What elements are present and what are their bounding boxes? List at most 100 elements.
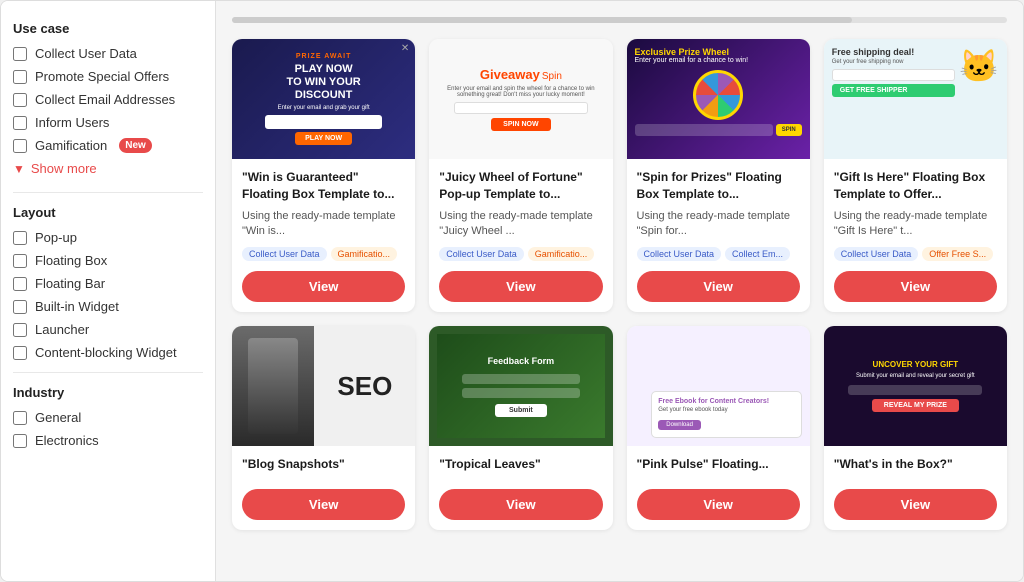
checkbox-collect-user-data[interactable] <box>13 47 27 61</box>
filter-gamification[interactable]: Gamification New <box>13 138 203 153</box>
tag-3-1: Collect User Data <box>637 247 722 261</box>
checkbox-general[interactable] <box>13 411 27 425</box>
tag-2-2: Gamificatio... <box>528 247 595 261</box>
view-button-1[interactable]: View <box>242 271 405 302</box>
card-body-5: "Blog Snapshots" View <box>232 446 415 530</box>
filter-label-collect-user-data: Collect User Data <box>35 46 137 61</box>
blog-photo <box>232 326 314 446</box>
filter-content-blocking[interactable]: Content-blocking Widget <box>13 345 203 360</box>
chevron-down-icon: ▼ <box>13 162 25 176</box>
filter-label-collect-email: Collect Email Addresses <box>35 92 175 107</box>
filter-label-general: General <box>35 410 81 425</box>
filter-built-in-widget[interactable]: Built-in Widget <box>13 299 203 314</box>
card-body-7: "Pink Pulse" Floating... View <box>627 446 810 530</box>
card-preview-box: UNCOVER YOUR GIFT Submit your email and … <box>824 326 1007 446</box>
filter-label-built-in-widget: Built-in Widget <box>35 299 119 314</box>
tag-1-2: Gamificatio... <box>331 247 398 261</box>
card-tags-3: Collect User Data Collect Em... <box>637 247 800 261</box>
card-preview-blog: SEO <box>232 326 415 446</box>
card-title-8: "What's in the Box?" <box>834 456 997 473</box>
card-body-4: "Gift Is Here" Floating Box Template to … <box>824 159 1007 312</box>
show-more-label: Show more <box>31 161 97 176</box>
tag-4-2: Offer Free S... <box>922 247 993 261</box>
card-title-2: "Juicy Wheel of Fortune" Pop-up Template… <box>439 169 602 203</box>
main-content: ✕ PRIZE AWAIT PLAY NOWTO WIN YOURDISCOUN… <box>216 1 1023 581</box>
card-preview-win: ✕ PRIZE AWAIT PLAY NOWTO WIN YOURDISCOUN… <box>232 39 415 159</box>
view-button-5[interactable]: View <box>242 489 405 520</box>
filter-launcher[interactable]: Launcher <box>13 322 203 337</box>
card-body-8: "What's in the Box?" View <box>824 446 1007 530</box>
checkbox-electronics[interactable] <box>13 434 27 448</box>
checkbox-built-in-widget[interactable] <box>13 300 27 314</box>
card-tropical-leaves: Feedback Form Submit "Tropical Leaves" V… <box>429 326 612 530</box>
scrollbar[interactable] <box>232 17 1007 23</box>
card-title-5: "Blog Snapshots" <box>242 456 405 473</box>
view-button-4[interactable]: View <box>834 271 997 302</box>
filter-label-electronics: Electronics <box>35 433 99 448</box>
use-case-section-title: Use case <box>13 21 203 36</box>
card-desc-2: Using the ready-made template "Juicy Whe… <box>439 209 602 240</box>
filter-floating-bar[interactable]: Floating Bar <box>13 276 203 291</box>
checkbox-content-blocking[interactable] <box>13 346 27 360</box>
tag-2-1: Collect User Data <box>439 247 524 261</box>
tag-4-1: Collect User Data <box>834 247 919 261</box>
card-desc-1: Using the ready-made template "Win is... <box>242 209 405 240</box>
card-title-6: "Tropical Leaves" <box>439 456 602 473</box>
card-spin-prizes: Exclusive Prize Wheel Enter your email f… <box>627 39 810 312</box>
filter-label-popup: Pop-up <box>35 230 77 245</box>
checkbox-gamification[interactable] <box>13 139 27 153</box>
filter-floating-box[interactable]: Floating Box <box>13 253 203 268</box>
industry-section-title: Industry <box>13 385 203 400</box>
filter-label-inform-users: Inform Users <box>35 115 109 130</box>
card-body-1: "Win is Guaranteed" Floating Box Templat… <box>232 159 415 312</box>
card-desc-4: Using the ready-made template "Gift Is H… <box>834 209 997 240</box>
blog-seo-section: SEO <box>314 326 415 446</box>
checkbox-popup[interactable] <box>13 231 27 245</box>
card-preview-pink: Free Ebook for Content Creators! Get you… <box>627 326 810 446</box>
checkbox-inform-users[interactable] <box>13 116 27 130</box>
card-body-6: "Tropical Leaves" View <box>429 446 612 530</box>
card-win-guaranteed: ✕ PRIZE AWAIT PLAY NOWTO WIN YOURDISCOUN… <box>232 39 415 312</box>
tag-1-1: Collect User Data <box>242 247 327 261</box>
card-juicy-wheel: Giveaway Spin Enter your email and spin … <box>429 39 612 312</box>
card-tags-2: Collect User Data Gamificatio... <box>439 247 602 261</box>
card-desc-3: Using the ready-made template "Spin for.… <box>637 209 800 240</box>
filter-inform-users[interactable]: Inform Users <box>13 115 203 130</box>
card-grid: ✕ PRIZE AWAIT PLAY NOWTO WIN YOURDISCOUN… <box>232 39 1007 530</box>
card-preview-prize: Exclusive Prize Wheel Enter your email f… <box>627 39 810 159</box>
card-body-3: "Spin for Prizes" Floating Box Template … <box>627 159 810 312</box>
checkbox-launcher[interactable] <box>13 323 27 337</box>
filter-general[interactable]: General <box>13 410 203 425</box>
view-button-6[interactable]: View <box>439 489 602 520</box>
filter-label-promote-special-offers: Promote Special Offers <box>35 69 169 84</box>
filter-electronics[interactable]: Electronics <box>13 433 203 448</box>
view-button-8[interactable]: View <box>834 489 997 520</box>
divider-1 <box>13 192 203 193</box>
card-title-4: "Gift Is Here" Floating Box Template to … <box>834 169 997 203</box>
card-gift-here: Free shipping deal! Get your free shippi… <box>824 39 1007 312</box>
checkbox-promote-special-offers[interactable] <box>13 70 27 84</box>
card-tags-4: Collect User Data Offer Free S... <box>834 247 997 261</box>
card-pink-pulse: Free Ebook for Content Creators! Get you… <box>627 326 810 530</box>
view-button-3[interactable]: View <box>637 271 800 302</box>
view-button-2[interactable]: View <box>439 271 602 302</box>
show-more-button[interactable]: ▼ Show more <box>13 161 203 176</box>
card-tags-1: Collect User Data Gamificatio... <box>242 247 405 261</box>
checkbox-floating-bar[interactable] <box>13 277 27 291</box>
filter-collect-user-data[interactable]: Collect User Data <box>13 46 203 61</box>
filter-label-content-blocking: Content-blocking Widget <box>35 345 177 360</box>
seo-text: SEO <box>337 371 392 402</box>
filter-label-gamification: Gamification <box>35 138 107 153</box>
filter-promote-special-offers[interactable]: Promote Special Offers <box>13 69 203 84</box>
card-whats-in-box: UNCOVER YOUR GIFT Submit your email and … <box>824 326 1007 530</box>
card-title-7: "Pink Pulse" Floating... <box>637 456 800 473</box>
filter-label-launcher: Launcher <box>35 322 89 337</box>
card-title-1: "Win is Guaranteed" Floating Box Templat… <box>242 169 405 203</box>
filter-popup[interactable]: Pop-up <box>13 230 203 245</box>
view-button-7[interactable]: View <box>637 489 800 520</box>
checkbox-collect-email[interactable] <box>13 93 27 107</box>
card-blog-snapshots: SEO "Blog Snapshots" View <box>232 326 415 530</box>
checkbox-floating-box[interactable] <box>13 254 27 268</box>
filter-label-floating-bar: Floating Bar <box>35 276 105 291</box>
filter-collect-email[interactable]: Collect Email Addresses <box>13 92 203 107</box>
